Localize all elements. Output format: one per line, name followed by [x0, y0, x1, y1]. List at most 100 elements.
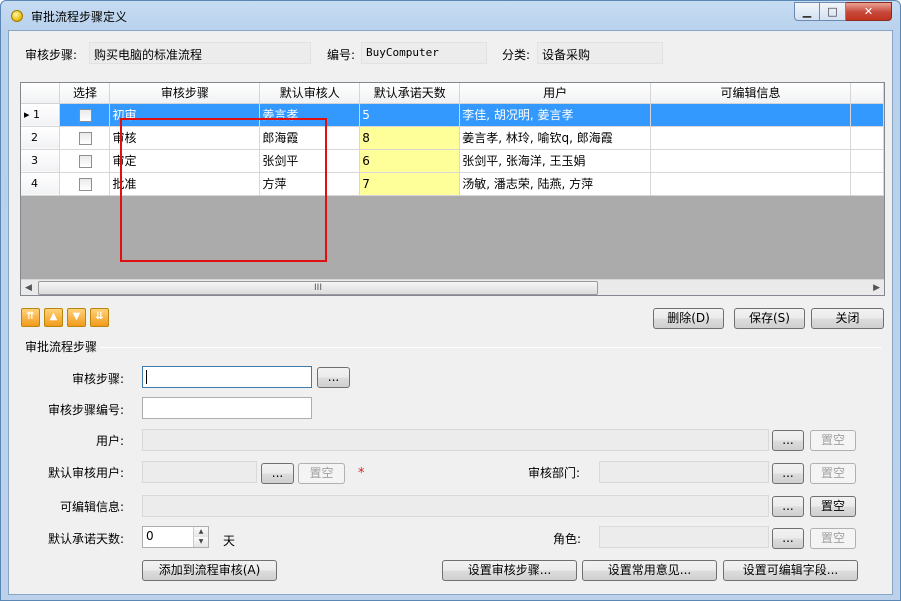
users-cell[interactable]: 李佳, 胡况明, 姜言孝: [459, 103, 652, 127]
scroll-left-icon[interactable]: ◀: [25, 283, 32, 293]
delete-button[interactable]: 删除(D): [653, 308, 724, 329]
spin-up-icon[interactable]: ▲: [194, 527, 208, 537]
set-opinions-button[interactable]: 设置常用意见...: [582, 560, 717, 581]
days-cell[interactable]: 6: [359, 149, 461, 173]
editable-info-label: 可编辑信息:: [60, 500, 125, 514]
days-spinner[interactable]: 0 ▲ ▼: [142, 526, 209, 548]
row-checkbox[interactable]: [79, 108, 93, 122]
spin-down-icon[interactable]: ▼: [194, 537, 208, 547]
col-reviewer[interactable]: 默认审核人: [259, 83, 361, 104]
move-up-button[interactable]: ▲: [44, 308, 63, 327]
header-category-label: 分类:: [502, 48, 531, 62]
users-cell[interactable]: 姜言孝, 林玲, 喻钦q, 郎海霞: [459, 126, 652, 150]
reviewer-cell[interactable]: 张剑平: [259, 149, 361, 173]
move-up-icon: ▲: [49, 311, 58, 322]
days-cell[interactable]: 7: [359, 172, 461, 196]
dept-browse-button[interactable]: ...: [772, 463, 804, 484]
editable-browse-button[interactable]: ...: [772, 496, 804, 517]
set-steps-button[interactable]: 设置审核步骤...: [442, 560, 577, 581]
default-user-browse-button[interactable]: ...: [261, 463, 294, 484]
table-row[interactable]: 4 批准 方萍 7 汤敏, 潘志荣, 陆燕, 方萍: [21, 172, 884, 196]
step-cell[interactable]: 批准: [109, 172, 261, 196]
table-row[interactable]: ▸ 1 初审 姜言孝 5 李佳, 胡况明, 姜言孝: [21, 103, 884, 127]
save-button[interactable]: 保存(S): [734, 308, 805, 329]
section-title: 审批流程步骤: [25, 340, 98, 354]
step-field-label: 审核步骤:: [72, 372, 125, 386]
col-editable[interactable]: 可编辑信息: [650, 83, 851, 104]
add-to-flow-button[interactable]: 添加到流程审核(A): [142, 560, 277, 581]
step-code-input[interactable]: [142, 397, 312, 419]
row-header[interactable]: 2: [21, 126, 61, 150]
move-top-icon: ⇈: [26, 311, 35, 322]
col-days[interactable]: 默认承诺天数: [359, 83, 461, 104]
user-input: [142, 429, 769, 451]
table-row[interactable]: 3 审定 张剑平 6 张剑平, 张海洋, 王玉娟: [21, 149, 884, 173]
row-header-corner: [21, 83, 61, 104]
step-browse-button[interactable]: ...: [317, 367, 350, 388]
row-header[interactable]: ▸ 1: [21, 103, 61, 127]
select-cell[interactable]: [59, 172, 111, 196]
user-clear-button: 置空: [810, 430, 856, 451]
set-editable-fields-button[interactable]: 设置可编辑字段...: [723, 560, 858, 581]
scroll-thumb[interactable]: III: [38, 281, 598, 295]
user-browse-button[interactable]: ...: [772, 430, 804, 451]
close-button[interactable]: 关闭: [811, 308, 884, 329]
reviewer-cell[interactable]: 方萍: [259, 172, 361, 196]
move-top-button[interactable]: ⇈: [21, 308, 40, 327]
dept-input: [599, 461, 769, 483]
editable-cell[interactable]: [650, 149, 851, 173]
step-cell[interactable]: 初审: [109, 103, 261, 127]
close-window-button[interactable]: ✕: [846, 2, 892, 21]
app-icon: [11, 10, 23, 22]
days-cell[interactable]: 8: [359, 126, 461, 150]
default-user-input: [142, 461, 257, 483]
reviewer-cell[interactable]: 郎海霞: [259, 126, 361, 150]
row-checkbox[interactable]: [79, 177, 93, 191]
col-select[interactable]: 选择: [59, 83, 111, 104]
maximize-button[interactable]: □: [820, 2, 846, 21]
step-cell[interactable]: 审定: [109, 149, 261, 173]
editable-cell[interactable]: [650, 172, 851, 196]
days-value: 0: [146, 529, 154, 543]
steps-grid: 选择 审核步骤 默认审核人 默认承诺天数 用户 可编辑信息 ▸ 1 初审 姜言孝…: [20, 82, 885, 296]
step-input[interactable]: [142, 366, 312, 388]
row-checkbox[interactable]: [79, 154, 93, 168]
select-cell[interactable]: [59, 149, 111, 173]
days-spin-buttons[interactable]: ▲ ▼: [193, 527, 208, 547]
minimize-button[interactable]: ▁: [794, 2, 820, 21]
select-cell[interactable]: [59, 126, 111, 150]
row-header[interactable]: 4: [21, 172, 61, 196]
days-cell[interactable]: 5: [359, 103, 461, 127]
row-header[interactable]: 3: [21, 149, 61, 173]
text-caret: [146, 370, 147, 384]
table-row[interactable]: 2 审核 郎海霞 8 姜言孝, 林玲, 喻钦q, 郎海霞: [21, 126, 884, 150]
select-cell[interactable]: [59, 103, 111, 127]
editable-clear-button[interactable]: 置空: [810, 496, 856, 517]
reviewer-cell[interactable]: 姜言孝: [259, 103, 361, 127]
col-users[interactable]: 用户: [459, 83, 652, 104]
horizontal-scrollbar[interactable]: ◀ III ▶: [21, 279, 884, 295]
step-code-label: 审核步骤编号:: [48, 403, 125, 417]
row-checkbox[interactable]: [79, 131, 93, 145]
role-browse-button[interactable]: ...: [772, 528, 804, 549]
header-step-label: 审核步骤:: [25, 48, 78, 62]
default-user-clear-button: 置空: [298, 463, 345, 484]
filler-cell: [850, 172, 884, 196]
filler-cell: [850, 126, 884, 150]
users-cell[interactable]: 张剑平, 张海洋, 王玉娟: [459, 149, 652, 173]
col-filler: [850, 83, 884, 104]
title-bar: 审批流程步骤定义 ▁ □ ✕: [1, 1, 900, 31]
editable-cell[interactable]: [650, 126, 851, 150]
users-cell[interactable]: 汤敏, 潘志荣, 陆燕, 方萍: [459, 172, 652, 196]
window-title: 审批流程步骤定义: [31, 10, 128, 24]
move-down-button[interactable]: ▼: [67, 308, 86, 327]
client-area: 审核步骤: 购买电脑的标准流程 编号: BuyComputer 分类: 设备采购…: [8, 30, 893, 595]
editable-cell[interactable]: [650, 103, 851, 127]
default-user-label: 默认审核用户:: [48, 466, 125, 480]
filler-cell: [850, 149, 884, 173]
step-cell[interactable]: 审核: [109, 126, 261, 150]
col-step[interactable]: 审核步骤: [109, 83, 261, 104]
move-bottom-button[interactable]: ⇊: [90, 308, 109, 327]
scroll-right-icon[interactable]: ▶: [873, 283, 880, 293]
section-divider: [100, 347, 882, 348]
